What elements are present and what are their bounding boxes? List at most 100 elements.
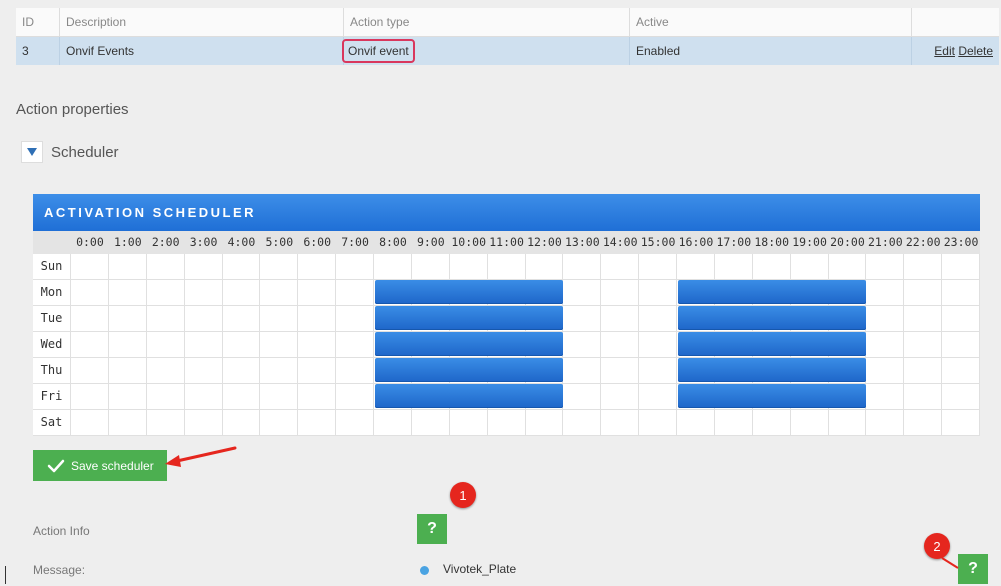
schedule-cell[interactable]: [147, 384, 185, 409]
schedule-cell[interactable]: [563, 306, 602, 331]
schedule-cell[interactable]: [639, 254, 677, 279]
action-info-help-button[interactable]: ?: [417, 514, 447, 544]
active-time-block[interactable]: [678, 332, 867, 356]
schedule-cell[interactable]: [866, 358, 905, 383]
schedule-cell[interactable]: [71, 280, 109, 305]
schedule-cell[interactable]: [336, 254, 374, 279]
schedule-cell[interactable]: [336, 306, 374, 331]
schedule-cell[interactable]: [942, 254, 980, 279]
schedule-cell[interactable]: [109, 254, 147, 279]
schedule-cell[interactable]: [109, 384, 147, 409]
active-time-block[interactable]: [678, 384, 867, 408]
schedule-cell[interactable]: [223, 306, 261, 331]
schedule-cell[interactable]: [904, 384, 943, 409]
schedule-cell[interactable]: [147, 410, 185, 435]
schedule-cell[interactable]: [71, 306, 109, 331]
active-time-block[interactable]: [678, 280, 867, 304]
schedule-cell[interactable]: [71, 358, 109, 383]
schedule-cell[interactable]: [942, 410, 980, 435]
schedule-cell[interactable]: [109, 306, 147, 331]
schedule-cell[interactable]: [260, 332, 299, 357]
schedule-cell[interactable]: [336, 410, 374, 435]
schedule-cell[interactable]: [866, 254, 905, 279]
schedule-cell[interactable]: [791, 254, 829, 279]
schedule-cell[interactable]: [715, 254, 753, 279]
schedule-cell[interactable]: [223, 358, 261, 383]
active-time-block[interactable]: [375, 280, 564, 304]
schedule-cell[interactable]: [904, 280, 943, 305]
schedule-cell[interactable]: [412, 254, 450, 279]
schedule-cell[interactable]: [563, 332, 602, 357]
schedule-cell[interactable]: [260, 280, 299, 305]
schedule-cell[interactable]: [601, 410, 640, 435]
schedule-cell[interactable]: [412, 410, 450, 435]
schedule-cell[interactable]: [639, 280, 677, 305]
schedule-cell[interactable]: [185, 384, 223, 409]
schedule-cell[interactable]: [71, 384, 109, 409]
radio-button[interactable]: [420, 566, 429, 575]
schedule-cell[interactable]: [185, 332, 223, 357]
schedule-cell[interactable]: [223, 332, 261, 357]
schedule-cell[interactable]: [904, 410, 943, 435]
schedule-cell[interactable]: [904, 254, 943, 279]
schedule-cell[interactable]: [185, 410, 223, 435]
schedule-cell[interactable]: [563, 254, 602, 279]
schedule-cell[interactable]: [639, 410, 677, 435]
schedule-cell[interactable]: [563, 358, 602, 383]
schedule-cell[interactable]: [185, 254, 223, 279]
schedule-cell[interactable]: [639, 306, 677, 331]
schedule-cell[interactable]: [223, 254, 261, 279]
schedule-cell[interactable]: [109, 410, 147, 435]
schedule-cell[interactable]: [71, 410, 109, 435]
schedule-cell[interactable]: [147, 280, 185, 305]
schedule-cell[interactable]: [601, 358, 640, 383]
schedule-cell[interactable]: [677, 410, 715, 435]
edit-link[interactable]: Edit: [934, 44, 955, 58]
schedule-cell[interactable]: [298, 410, 337, 435]
schedule-cell[interactable]: [942, 306, 980, 331]
schedule-cell[interactable]: [791, 410, 829, 435]
schedule-cell[interactable]: [639, 358, 677, 383]
active-time-block[interactable]: [375, 384, 564, 408]
schedule-cell[interactable]: [866, 384, 905, 409]
scheduler-toggle[interactable]: Scheduler: [21, 140, 119, 164]
save-scheduler-button[interactable]: Save scheduler: [33, 450, 167, 481]
schedule-cell[interactable]: [298, 384, 337, 409]
schedule-cell[interactable]: [223, 410, 261, 435]
schedule-cell[interactable]: [639, 332, 677, 357]
schedule-cell[interactable]: [904, 306, 943, 331]
schedule-cell[interactable]: [109, 332, 147, 357]
schedule-cell[interactable]: [866, 280, 905, 305]
schedule-cell[interactable]: [374, 254, 412, 279]
schedule-cell[interactable]: [298, 280, 337, 305]
schedule-cell[interactable]: [601, 280, 640, 305]
schedule-cell[interactable]: [147, 306, 185, 331]
active-time-block[interactable]: [678, 306, 867, 330]
schedule-cell[interactable]: [526, 254, 564, 279]
active-time-block[interactable]: [678, 358, 867, 382]
schedule-cell[interactable]: [298, 332, 337, 357]
schedule-cell[interactable]: [601, 332, 640, 357]
schedule-cell[interactable]: [488, 254, 526, 279]
schedule-cell[interactable]: [109, 280, 147, 305]
schedule-cell[interactable]: [601, 306, 640, 331]
schedule-cell[interactable]: [147, 332, 185, 357]
schedule-cell[interactable]: [563, 280, 602, 305]
schedule-cell[interactable]: [753, 254, 791, 279]
schedule-cell[interactable]: [829, 254, 867, 279]
delete-link[interactable]: Delete: [958, 44, 993, 58]
schedule-cell[interactable]: [260, 254, 299, 279]
schedule-cell[interactable]: [260, 384, 299, 409]
schedule-cell[interactable]: [374, 410, 412, 435]
schedule-cell[interactable]: [450, 410, 488, 435]
schedule-cell[interactable]: [866, 306, 905, 331]
schedule-cell[interactable]: [488, 410, 526, 435]
schedule-cell[interactable]: [223, 280, 261, 305]
schedule-cell[interactable]: [336, 384, 374, 409]
schedule-cell[interactable]: [336, 280, 374, 305]
active-time-block[interactable]: [375, 358, 564, 382]
schedule-cell[interactable]: [450, 254, 488, 279]
schedule-cell[interactable]: [866, 410, 905, 435]
schedule-cell[interactable]: [829, 410, 867, 435]
schedule-cell[interactable]: [753, 410, 791, 435]
